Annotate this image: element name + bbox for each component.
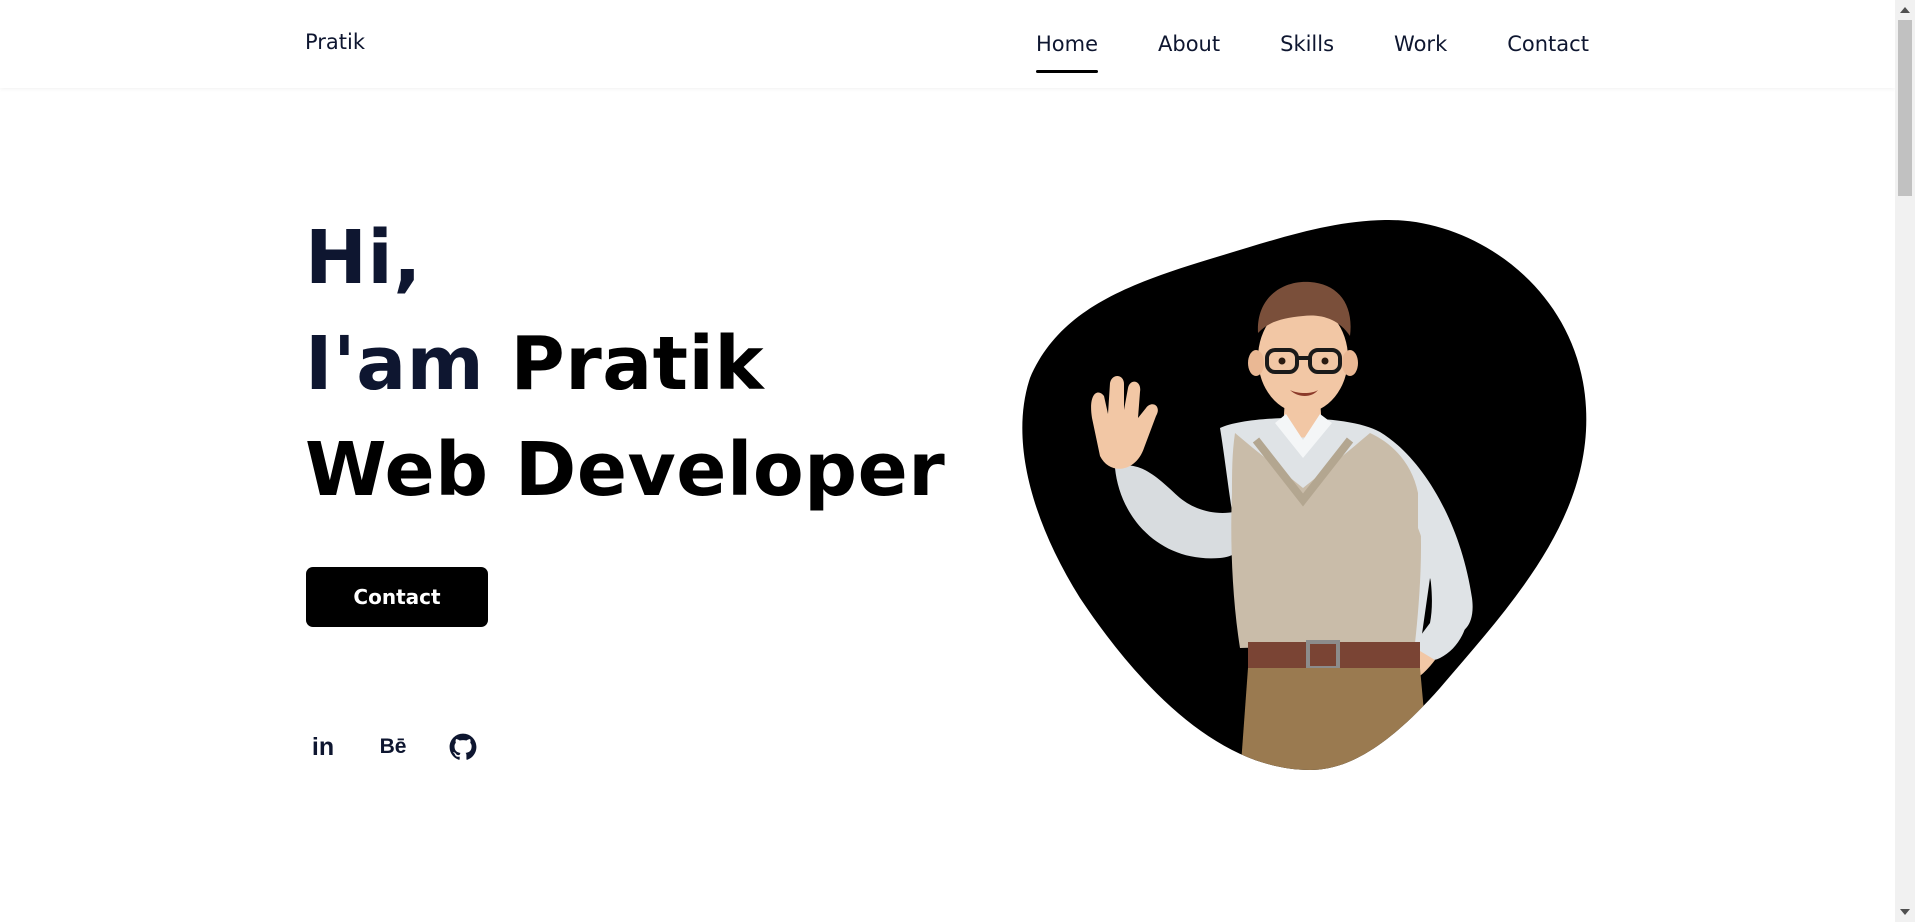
github-icon-graphic (449, 733, 477, 760)
hero-greeting: Hi, (305, 215, 422, 301)
contact-button[interactable]: Contact (306, 567, 488, 627)
hero-intro-prefix: I'am (305, 321, 485, 407)
github-icon[interactable] (446, 730, 480, 764)
main-nav: Home About Skills Work Contact (1036, 30, 1589, 73)
hero-intro-line: I'am Pratik (305, 311, 945, 417)
nav-work[interactable]: Work (1394, 30, 1447, 58)
scroll-down-arrow-icon[interactable] (1900, 909, 1910, 915)
hero-title: Hi, I'am Pratik Web Developer (305, 205, 945, 523)
social-links: in Bē (306, 730, 480, 764)
nav-about[interactable]: About (1158, 30, 1220, 58)
scroll-up-arrow-icon[interactable] (1900, 7, 1910, 13)
page-scrollbar[interactable] (1895, 0, 1915, 922)
hero-name: Pratik (510, 321, 765, 407)
behance-icon[interactable]: Bē (376, 730, 410, 764)
linkedin-icon[interactable]: in (306, 730, 340, 764)
hero-role: Web Developer (305, 427, 946, 513)
nav-home[interactable]: Home (1036, 30, 1099, 73)
nav-skills[interactable]: Skills (1280, 30, 1334, 58)
logo-link[interactable]: Pratik (305, 30, 365, 54)
site-header: Pratik Home About Skills Work Contact (0, 0, 1895, 88)
scroll-thumb[interactable] (1898, 20, 1912, 196)
hero-image (1020, 218, 1590, 770)
waving-developer-avatar (1022, 219, 1587, 770)
nav-contact[interactable]: Contact (1507, 30, 1589, 58)
